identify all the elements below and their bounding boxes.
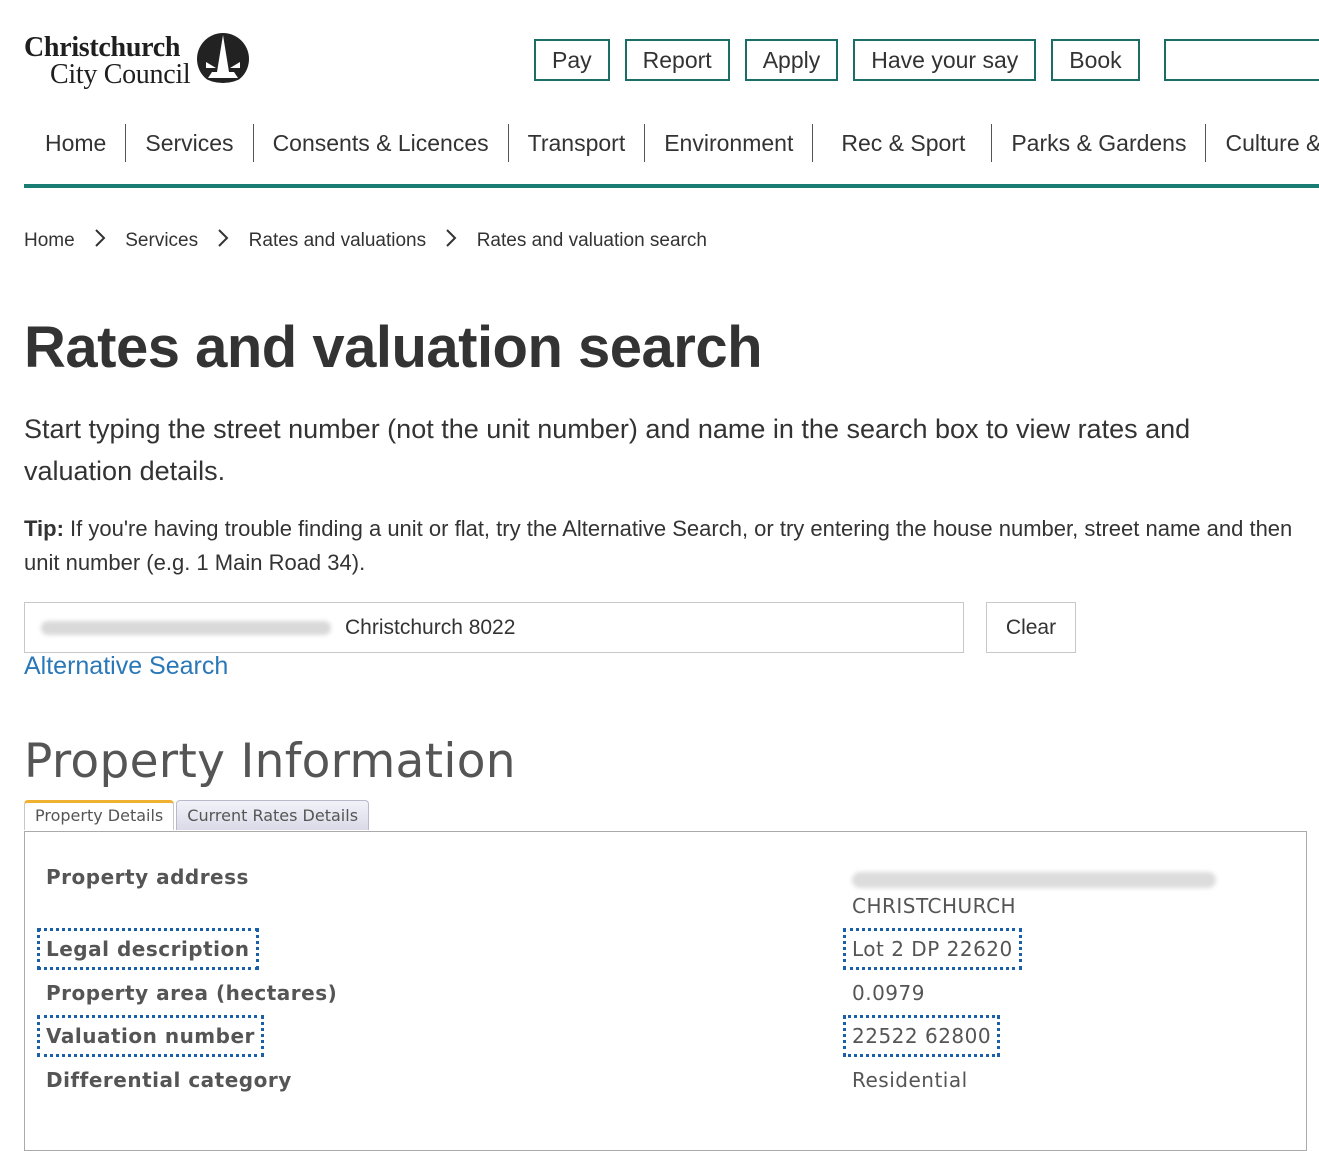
nav-item-home[interactable]: Home	[24, 124, 125, 162]
property-area-value: 0.0979	[852, 981, 925, 1005]
report-button[interactable]: Report	[624, 39, 730, 81]
intro-text: Start typing the street number (not the …	[24, 414, 1191, 486]
property-area-label: Property area (hectares)	[46, 981, 338, 1005]
property-details-panel: Property address CHRISTCHURCH Legal desc…	[24, 831, 1307, 1151]
book-button[interactable]: Book	[1051, 39, 1140, 81]
property-tabs: Property Details Current Rates Details	[24, 800, 370, 830]
legal-description-value: Lot 2 DP 22620	[843, 928, 1022, 970]
nav-item-culture[interactable]: Culture & Co	[1205, 124, 1319, 162]
address-search-input[interactable]: Christchurch 8022	[24, 602, 964, 653]
site-search-input[interactable]	[1164, 39, 1319, 81]
clear-button[interactable]: Clear	[986, 602, 1076, 653]
breadcrumb-current: Rates and valuation search	[476, 230, 707, 252]
nav-item-environment[interactable]: Environment	[644, 124, 812, 162]
chevron-right-icon	[217, 228, 229, 254]
quick-links: Pay Report Apply Have your say Book	[534, 39, 1140, 81]
tip-label: Tip:	[24, 516, 64, 541]
alternative-search-link[interactable]: Alternative Search	[24, 652, 228, 681]
breadcrumb-rates-valuations[interactable]: Rates and valuations	[249, 230, 426, 251]
differential-category-label: Differential category	[46, 1068, 292, 1092]
breadcrumb-home[interactable]: Home	[24, 230, 75, 251]
address-search-value: Christchurch 8022	[345, 616, 516, 639]
legal-description-label: Legal description	[37, 928, 259, 970]
valuation-number-value: 22522 62800	[842, 1015, 1001, 1057]
nav-item-rec-sport[interactable]: Rec & Sport	[812, 124, 991, 162]
cathedral-emblem-icon	[197, 33, 249, 86]
page-title: Rates and valuation search	[24, 315, 763, 380]
differential-category-value: Residential	[852, 1068, 968, 1092]
tip-text: Tip: If you're having trouble finding a …	[24, 512, 1294, 580]
tab-current-rates-details[interactable]: Current Rates Details	[176, 800, 370, 830]
nav-item-services[interactable]: Services	[125, 124, 252, 162]
breadcrumb-services[interactable]: Services	[125, 230, 198, 251]
pay-button[interactable]: Pay	[534, 39, 610, 81]
main-nav: Home Services Consents & Licences Transport…	[24, 124, 1319, 188]
chevron-right-icon	[94, 228, 106, 254]
nav-item-consents-licences[interactable]: Consents & Licences	[252, 124, 508, 162]
logo-line-2: City Council	[50, 59, 191, 90]
property-address-label: Property address	[46, 865, 249, 889]
property-info-heading: Property Information	[24, 734, 516, 789]
property-address-city: CHRISTCHURCH	[852, 894, 1017, 918]
valuation-number-label: Valuation number	[37, 1015, 264, 1057]
nav-item-parks-gardens[interactable]: Parks & Gardens	[991, 124, 1205, 162]
site-logo[interactable]: Christchurch City Council	[24, 30, 264, 94]
breadcrumb: Home Services Rates and valuations Rates…	[24, 228, 707, 254]
tab-property-details[interactable]: Property Details	[24, 800, 175, 830]
redacted-street	[41, 621, 331, 636]
have-your-say-button[interactable]: Have your say	[853, 39, 1037, 81]
property-address-redacted	[852, 869, 1216, 893]
chevron-right-icon	[445, 228, 457, 254]
apply-button[interactable]: Apply	[744, 39, 839, 81]
tip-body: If you're having trouble finding a unit …	[24, 516, 1293, 575]
nav-item-transport[interactable]: Transport	[507, 124, 645, 162]
